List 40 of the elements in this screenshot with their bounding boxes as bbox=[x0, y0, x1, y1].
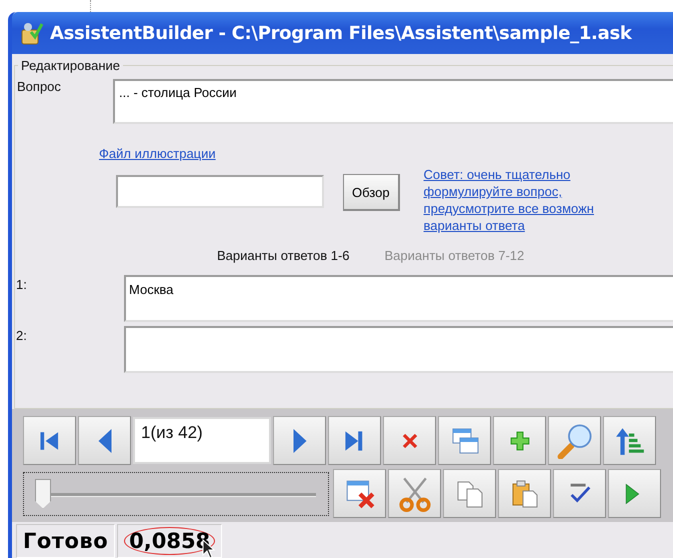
spellcheck-button[interactable] bbox=[553, 469, 606, 518]
delete-button[interactable] bbox=[383, 416, 436, 465]
answer-field[interactable]: Москва bbox=[124, 275, 673, 322]
windows-button[interactable] bbox=[438, 416, 491, 465]
illustration-file-link[interactable]: Файл иллюстрации bbox=[99, 146, 216, 161]
add-icon bbox=[508, 430, 530, 452]
question-label: Вопрос bbox=[17, 79, 62, 94]
close-window-button[interactable] bbox=[333, 469, 386, 518]
next-button[interactable] bbox=[273, 416, 326, 465]
browse-button[interactable]: Обзор bbox=[343, 174, 400, 211]
search-icon bbox=[556, 422, 592, 458]
record-field[interactable]: 1(из 42) bbox=[133, 417, 271, 464]
previous-icon bbox=[98, 428, 112, 452]
answers-tab[interactable]: Варианты ответов 1-6 bbox=[217, 248, 350, 263]
first-button[interactable] bbox=[23, 416, 76, 465]
slider-thumb[interactable] bbox=[35, 478, 51, 508]
tip-link[interactable]: Совет: очень тщательно формулируйте вопрос, предусмотрите все возможн варианты ответа bbox=[424, 166, 594, 234]
file-path-field[interactable] bbox=[116, 175, 324, 208]
scissors-icon bbox=[396, 476, 432, 512]
window-title: AssistentBuilder - C:\Program Files\Assistent\sample_1.ask bbox=[50, 22, 632, 44]
position-slider[interactable] bbox=[23, 472, 329, 516]
search-button[interactable] bbox=[548, 416, 601, 465]
add-button[interactable] bbox=[493, 416, 546, 465]
last-button[interactable] bbox=[328, 416, 381, 465]
answer-field[interactable] bbox=[124, 326, 673, 373]
next-icon bbox=[292, 428, 306, 452]
question-field[interactable]: ... - столица России bbox=[113, 79, 673, 124]
copy-button[interactable] bbox=[443, 469, 496, 518]
paste-icon bbox=[510, 478, 540, 508]
copy-icon bbox=[454, 478, 484, 508]
paste-button[interactable] bbox=[498, 469, 551, 518]
cut-button[interactable] bbox=[388, 469, 441, 518]
window-close-icon bbox=[344, 478, 376, 510]
sort-button[interactable] bbox=[603, 416, 656, 465]
run-button[interactable] bbox=[608, 469, 661, 518]
answer-number: 2: bbox=[16, 328, 28, 343]
group-title: Редактирование bbox=[20, 58, 122, 73]
status-text: Готово bbox=[23, 529, 108, 553]
previous-button[interactable] bbox=[78, 416, 131, 465]
answer-number: 1: bbox=[16, 277, 28, 292]
